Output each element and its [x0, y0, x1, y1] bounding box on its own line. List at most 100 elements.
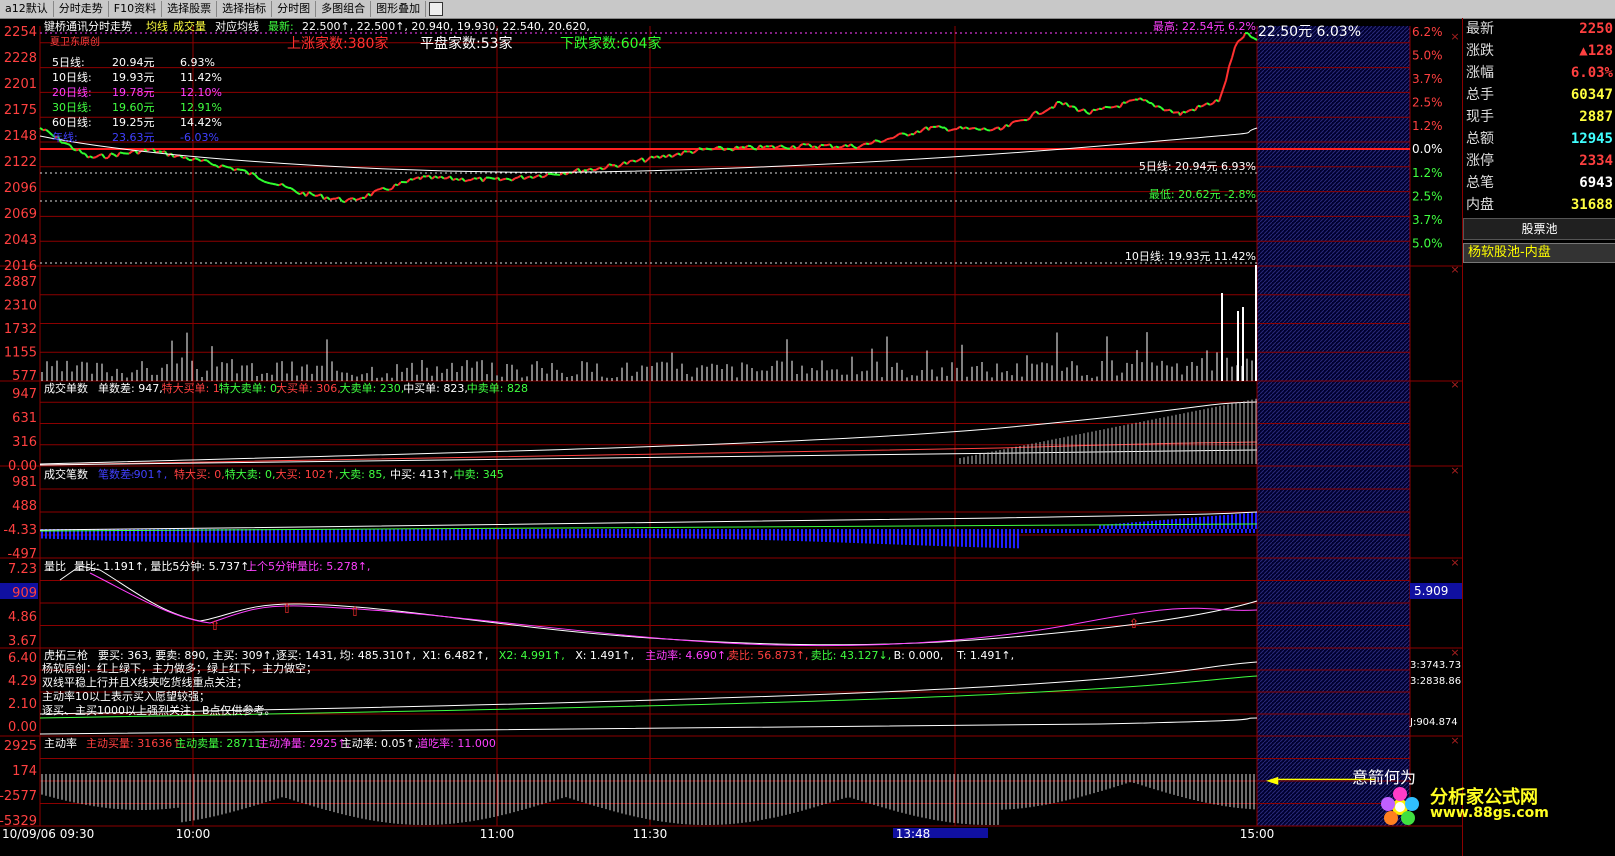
trades-tick: -497 — [7, 547, 37, 562]
price-seg — [650, 155, 655, 159]
price-seg — [269, 182, 274, 185]
price-seg — [835, 145, 840, 149]
price-seg — [774, 145, 779, 150]
trades_panel-item: -901↑, — [130, 468, 168, 481]
price-seg — [680, 150, 685, 156]
price-seg — [397, 181, 402, 186]
pct-tick-down: 2.5% — [1412, 190, 1443, 204]
price-seg — [671, 154, 676, 158]
price-seg — [674, 152, 679, 156]
avg-label: 均线 — [146, 19, 168, 33]
price-seg — [95, 154, 100, 158]
price-seg — [242, 169, 247, 172]
toolbar-multi-chart[interactable]: 多图组合 — [316, 1, 372, 17]
price-seg — [620, 161, 625, 166]
price-seg — [744, 144, 749, 149]
flat-count: 平盘家数:53家 — [420, 35, 513, 52]
price-seg — [236, 168, 241, 171]
trades_panel-item: 中卖: 345 — [454, 468, 504, 481]
price-seg — [1234, 40, 1239, 48]
price-seg — [599, 166, 604, 171]
price-seg — [705, 147, 710, 151]
price-seg — [541, 175, 546, 179]
price-seg — [266, 181, 271, 185]
price-seg — [449, 175, 454, 181]
price-seg — [206, 159, 211, 164]
ma-pct: 6.93% — [180, 56, 215, 69]
price-seg — [1212, 99, 1217, 105]
toolbar-intraday-chart[interactable]: 分时图 — [272, 1, 317, 17]
toolbar-overlay[interactable]: 图形叠加 — [371, 1, 427, 17]
trades_panel-item: 特大买: 0, — [174, 467, 225, 481]
price-seg — [1074, 106, 1079, 112]
price-seg — [470, 177, 475, 181]
tiger-note: 逐买、主买1000以上强烈关注，B点仅供参考。 — [42, 703, 276, 717]
trades_panel-title: 成交笔数 — [44, 467, 88, 481]
price-seg — [662, 154, 667, 159]
price-seg — [874, 139, 879, 142]
quote-value: 6943 — [1579, 175, 1613, 191]
price-seg — [89, 155, 94, 159]
price-seg — [116, 151, 121, 158]
price-seg — [224, 165, 229, 169]
ratio-tick: 4.86 — [8, 610, 37, 625]
price-seg — [110, 152, 115, 156]
price-seg — [1247, 32, 1252, 38]
price-seg — [245, 170, 250, 176]
price-seg — [1166, 108, 1171, 112]
active_panel-item: 主动净量: 2925↑, — [258, 736, 350, 750]
tiger_panel-item: 主动率: 4.690↑, — [645, 648, 729, 662]
pct-tick: 3.7% — [1412, 72, 1443, 86]
price-seg — [795, 146, 800, 150]
price-seg — [1145, 99, 1150, 104]
price-seg — [344, 198, 349, 203]
price-seg — [792, 144, 797, 150]
stock-pool-tab[interactable]: 杨软股池-内盘 — [1463, 243, 1615, 263]
tiger_panel-item: 逐买: 1431, — [276, 649, 337, 662]
stock-pool-button[interactable]: 股票池 — [1463, 218, 1615, 240]
low-label: 最低: 20.62元 -2.8% — [1149, 188, 1256, 201]
toolbar-select-stock[interactable]: 选择股票 — [162, 1, 218, 17]
close-icon: × — [1450, 378, 1459, 391]
vol-tick: 2310 — [4, 299, 37, 314]
price-seg — [1169, 109, 1174, 114]
price-seg — [1077, 109, 1082, 113]
toolbar-f10[interactable]: F10资料 — [109, 1, 163, 17]
stock-title: 键桥通讯分时走势 — [44, 19, 132, 33]
price-seg — [862, 142, 867, 146]
ratio-line-2 — [89, 572, 1258, 647]
ma-price: 19.60元 — [112, 101, 155, 114]
tiger_panel-title: 虎拓三枪 — [44, 648, 88, 662]
price-seg — [904, 132, 909, 137]
quote-row: 总手 60347 — [1463, 84, 1615, 106]
price-seg — [452, 177, 457, 182]
pct-zero: 0.0% — [1412, 142, 1443, 156]
price-seg — [376, 188, 381, 191]
price-seg — [1011, 120, 1016, 124]
price-seg — [1110, 105, 1115, 109]
price-seg — [1160, 106, 1165, 112]
price-seg — [762, 145, 767, 149]
logo-url[interactable]: www.88gs.com — [1430, 805, 1549, 821]
latest-label: 最新: — [268, 19, 294, 33]
trades_panel-item: 中买: 413↑, — [390, 468, 453, 481]
quote-row: 内盘 31688 — [1463, 194, 1615, 216]
price-seg — [143, 148, 148, 152]
intraday-chart[interactable]: 键桥通讯分时走势 均线 成交量 对应均线 最新: 22.500↑, 22.500↑, 20… — [0, 18, 1462, 856]
price-seg — [968, 127, 973, 130]
lock-icon[interactable] — [429, 2, 444, 16]
price-seg — [440, 175, 445, 180]
toolbar-default[interactable]: a12默认 — [0, 1, 54, 17]
price-seg — [352, 197, 357, 201]
toolbar-select-indicator[interactable]: 选择指标 — [217, 1, 273, 17]
quote-row: 现手 2887 — [1463, 106, 1615, 128]
trades-tick: 981 — [12, 475, 37, 490]
toolbar-intraday[interactable]: 分时走势 — [54, 1, 109, 17]
price-seg — [605, 163, 610, 169]
price-seg — [308, 191, 313, 196]
tiger_panel-item: 卖比: 56.873↑, — [728, 649, 808, 662]
tiger_panel-item: T: 1.491↑, — [956, 649, 1014, 662]
quote-value: 2250 — [1579, 21, 1613, 37]
ma-price: 19.78元 — [112, 86, 155, 99]
active-tick: 174 — [12, 764, 37, 779]
